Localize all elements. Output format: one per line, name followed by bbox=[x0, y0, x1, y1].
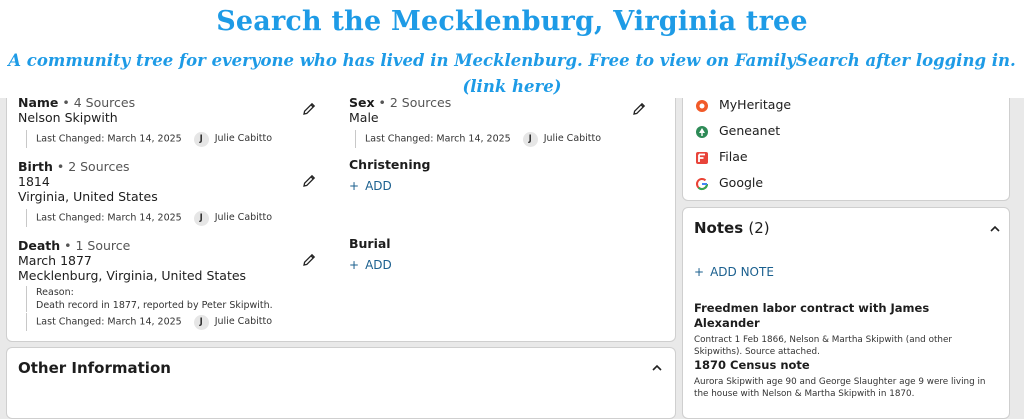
banner-title: Search the Mecklenburg, Virginia tree bbox=[216, 6, 808, 37]
note-item: Freedmen labor contract with James Alexa… bbox=[694, 301, 994, 358]
birth-date: 1814 bbox=[18, 174, 50, 189]
birth-contributor[interactable]: Julie Cabitto bbox=[215, 212, 272, 223]
death-label: Death bbox=[18, 238, 61, 253]
birth-label: Birth bbox=[18, 159, 53, 174]
banner-link[interactable]: (link here) bbox=[0, 74, 1024, 100]
geneanet-icon bbox=[696, 125, 708, 138]
add-burial-button[interactable]: + ADD bbox=[349, 258, 392, 272]
sex-changed-text: Last Changed: March 14, 2025 bbox=[365, 133, 511, 145]
death-field: Death • 1 Source March 1877 Mecklenburg,… bbox=[18, 238, 246, 283]
add-christening-label: ADD bbox=[365, 179, 392, 193]
death-reason-label: Reason: bbox=[36, 287, 74, 298]
death-place: Mecklenburg, Virginia, United States bbox=[18, 268, 247, 283]
notes-count: (2) bbox=[748, 219, 770, 237]
notes-header[interactable]: Notes (2) bbox=[694, 219, 770, 237]
other-information-card: Other Information bbox=[6, 347, 676, 419]
death-last-changed: Last Changed: March 14, 2025 J Julie Cabit… bbox=[26, 313, 272, 331]
sex-value: Male bbox=[349, 110, 379, 125]
note-title[interactable]: 1870 Census note bbox=[694, 358, 994, 373]
death-reason: Reason: Death record in 1877, reported b… bbox=[26, 286, 273, 312]
chevron-up-icon[interactable] bbox=[989, 223, 1001, 235]
note-text: Aurora Skipwith age 90 and George Slaugh… bbox=[694, 377, 986, 399]
death-changed-text: Last Changed: March 14, 2025 bbox=[36, 316, 182, 328]
link-label: Filae bbox=[719, 149, 748, 164]
vitals-card: Name • 4 Sources Nelson Skipwith Last Ch… bbox=[6, 84, 676, 342]
sex-contributor[interactable]: Julie Cabitto bbox=[544, 133, 601, 144]
christening-field: Christening bbox=[349, 157, 430, 172]
burial-label: Burial bbox=[349, 236, 391, 251]
add-christening-button[interactable]: + ADD bbox=[349, 179, 392, 193]
avatar[interactable]: J bbox=[193, 314, 209, 330]
plus-icon: + bbox=[349, 179, 360, 193]
note-item: 1870 Census note Aurora Skipwith age 90 … bbox=[694, 358, 994, 400]
add-note-button[interactable]: + ADD NOTE bbox=[694, 265, 774, 279]
plus-icon: + bbox=[694, 265, 705, 279]
burial-field: Burial bbox=[349, 236, 391, 251]
death-contributor[interactable]: Julie Cabitto bbox=[215, 316, 272, 327]
birth-field: Birth • 2 Sources 1814 Virginia, United … bbox=[18, 159, 158, 204]
christening-label: Christening bbox=[349, 157, 431, 172]
link-geneanet[interactable]: Geneanet bbox=[695, 121, 780, 141]
plus-icon: + bbox=[349, 258, 360, 272]
note-text: Contract 1 Feb 1866, Nelson & Martha Ski… bbox=[694, 335, 953, 357]
birth-last-changed: Last Changed: March 14, 2025 J Julie Cabit… bbox=[26, 209, 272, 227]
name-last-changed: Last Changed: March 14, 2025 J Julie Cabit… bbox=[26, 130, 272, 148]
edit-death-pencil-icon[interactable] bbox=[301, 252, 317, 268]
note-title[interactable]: Freedmen labor contract with James Alexa… bbox=[694, 301, 994, 331]
notes-card: Notes (2) + ADD NOTE Freedmen labor contr… bbox=[682, 207, 1010, 419]
link-label: Google bbox=[719, 175, 764, 190]
birth-place: Virginia, United States bbox=[18, 189, 158, 204]
edit-sex-pencil-icon[interactable] bbox=[631, 101, 647, 117]
chevron-up-icon[interactable] bbox=[651, 362, 663, 374]
filae-icon bbox=[696, 151, 708, 164]
link-label: Geneanet bbox=[719, 123, 781, 138]
research-links-card: MyHeritage Geneanet Filae Google bbox=[682, 84, 1010, 201]
notes-title: Notes bbox=[694, 219, 744, 237]
link-google[interactable]: Google bbox=[695, 173, 763, 193]
name-contributor[interactable]: Julie Cabitto bbox=[215, 133, 272, 144]
name-changed-text: Last Changed: March 14, 2025 bbox=[36, 133, 182, 145]
add-note-label: ADD NOTE bbox=[710, 265, 774, 279]
avatar[interactable]: J bbox=[193, 210, 209, 226]
banner-subtitle: A community tree for everyone who has li… bbox=[0, 48, 1024, 100]
myheritage-icon bbox=[696, 99, 708, 112]
promo-banner: Search the Mecklenburg, Virginia tree A … bbox=[0, 0, 1024, 98]
banner-subtitle-text: A community tree for everyone who has li… bbox=[8, 51, 1016, 70]
death-reason-text: Death record in 1877, reported by Peter … bbox=[36, 300, 273, 311]
edit-birth-pencil-icon[interactable] bbox=[301, 173, 317, 189]
sex-last-changed: Last Changed: March 14, 2025 J Julie Cabit… bbox=[355, 130, 601, 148]
name-value: Nelson Skipwith bbox=[18, 110, 118, 125]
avatar[interactable]: J bbox=[522, 131, 538, 147]
avatar[interactable]: J bbox=[193, 131, 209, 147]
death-sources[interactable]: • 1 Source bbox=[64, 238, 130, 253]
birth-sources[interactable]: • 2 Sources bbox=[57, 159, 130, 174]
other-information-title[interactable]: Other Information bbox=[18, 359, 171, 377]
birth-changed-text: Last Changed: March 14, 2025 bbox=[36, 212, 182, 224]
link-filae[interactable]: Filae bbox=[695, 147, 748, 167]
google-icon bbox=[696, 177, 709, 190]
edit-name-pencil-icon[interactable] bbox=[301, 101, 317, 117]
death-date: March 1877 bbox=[18, 253, 92, 268]
add-burial-label: ADD bbox=[365, 258, 392, 272]
